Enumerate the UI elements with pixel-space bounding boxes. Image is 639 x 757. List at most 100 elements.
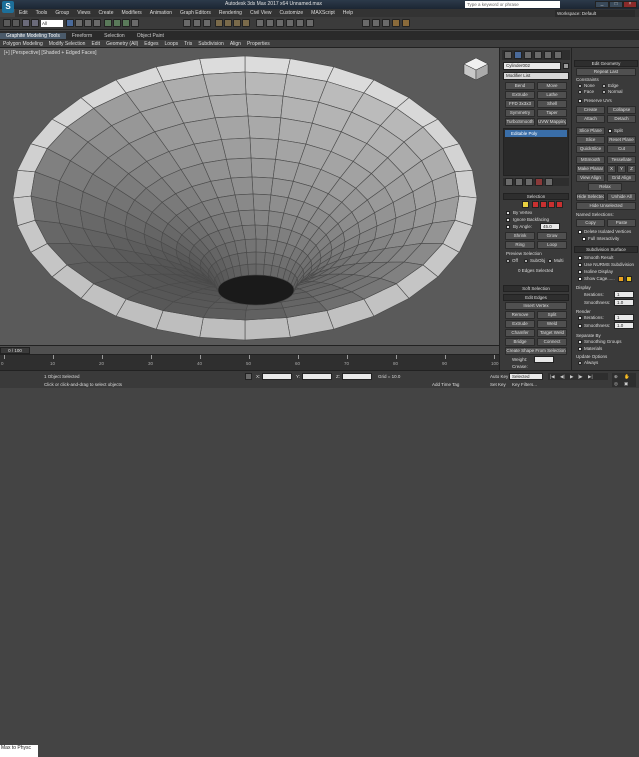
render-setup-icon[interactable] [382, 19, 390, 27]
percent-snap-icon[interactable] [233, 19, 241, 27]
border-mode-icon[interactable] [540, 201, 547, 208]
bridge-button[interactable]: Bridge [505, 338, 535, 346]
hide-selected-button[interactable]: Hide Selected [576, 193, 605, 201]
panel-edit[interactable]: Edit [88, 41, 103, 47]
tab-object-paint[interactable]: Object Paint [131, 33, 170, 39]
tessellate-button[interactable]: Tessellate [607, 156, 636, 164]
ring-button[interactable]: Ring [505, 241, 535, 249]
make-unique-icon[interactable] [525, 178, 533, 186]
select-by-name-icon[interactable] [75, 19, 83, 27]
menu-animation[interactable]: Animation [146, 10, 176, 16]
reset-plane-button[interactable]: Reset Plane [607, 136, 636, 144]
taper-button[interactable]: Taper [537, 109, 567, 117]
menu-group[interactable]: Group [51, 10, 73, 16]
weight-field[interactable] [534, 356, 554, 363]
render-iterations-checkbox[interactable] [578, 316, 582, 320]
menu-help[interactable]: Help [339, 10, 357, 16]
y-coord-field[interactable] [302, 373, 332, 380]
collapse-button[interactable]: Collapse [607, 106, 636, 114]
constraint-normal-radio[interactable] [602, 90, 606, 94]
render-iterations-field[interactable]: 1 [614, 314, 634, 321]
move-icon[interactable] [104, 19, 112, 27]
hierarchy-tab-icon[interactable] [524, 51, 532, 59]
maximize-viewport-icon[interactable]: ▣ [624, 381, 628, 387]
repeat-last-button[interactable]: Repeat Last [576, 68, 636, 76]
display-tab-icon[interactable] [544, 51, 552, 59]
copy-button[interactable]: Copy [576, 219, 605, 227]
maxscript-listener[interactable]: Max to Physc [0, 745, 38, 757]
constraint-none-radio[interactable] [578, 84, 582, 88]
mirror-icon[interactable] [266, 19, 274, 27]
shell-button[interactable]: Shell [537, 100, 567, 108]
go-to-start-icon[interactable]: |◀ [550, 374, 555, 380]
materials-checkbox[interactable] [578, 347, 582, 351]
edge-mode-icon[interactable] [532, 201, 539, 208]
layer-explorer-icon[interactable] [286, 19, 294, 27]
select-manipulate-icon[interactable] [193, 19, 201, 27]
modifier-stack[interactable]: Editable Poly [503, 128, 569, 176]
target-weld-button[interactable]: Target Weld [537, 329, 567, 337]
lock-icon[interactable] [245, 373, 252, 380]
menu-views[interactable]: Views [73, 10, 94, 16]
vertex-mode-icon[interactable] [522, 201, 529, 208]
time-slider[interactable]: 0 / 100 [0, 345, 499, 354]
render-smoothness-field[interactable]: 1.0 [614, 322, 634, 329]
render-frame-icon[interactable] [392, 19, 400, 27]
menu-rendering[interactable]: Rendering [215, 10, 246, 16]
weld-button[interactable]: Weld [537, 320, 567, 328]
angle-field[interactable]: 45.0 [540, 223, 560, 230]
menu-civil-view[interactable]: Civil View [246, 10, 276, 16]
make-planar-button[interactable]: Make Planar [576, 165, 605, 173]
link-icon[interactable] [22, 19, 30, 27]
split-edge-button[interactable]: Split [537, 311, 567, 319]
menu-graph-editors[interactable]: Graph Editors [176, 10, 215, 16]
object-name-field[interactable]: Cylinder002 [503, 62, 561, 70]
smooth-result-checkbox[interactable] [578, 256, 582, 260]
x-coord-field[interactable] [262, 373, 292, 380]
track-bar[interactable]: 0 10 20 30 40 50 60 70 80 90 100 [0, 354, 499, 370]
minimize-button[interactable]: _ [595, 1, 609, 8]
panel-tris[interactable]: Tris [181, 41, 195, 47]
redo-icon[interactable] [12, 19, 20, 27]
panel-loops[interactable]: Loops [161, 41, 181, 47]
remove-button[interactable]: Remove [505, 311, 535, 319]
ffd-button[interactable]: FFD 3x3x3 [505, 100, 535, 108]
element-mode-icon[interactable] [556, 201, 563, 208]
relax-button[interactable]: Relax [588, 183, 622, 191]
preview-multi-radio[interactable] [548, 259, 552, 263]
menu-create[interactable]: Create [94, 10, 117, 16]
msmooth-button[interactable]: MSmooth [576, 156, 605, 164]
pan-icon[interactable]: ✋ [624, 374, 630, 380]
scale-icon[interactable] [122, 19, 130, 27]
split-checkbox[interactable] [608, 129, 612, 133]
workspace-dropdown[interactable]: Workspace: Default [555, 10, 635, 17]
next-frame-icon[interactable]: |▶ [578, 374, 583, 380]
cut-button[interactable]: Cut [607, 145, 636, 153]
selection-filter-dropdown[interactable]: All [41, 20, 63, 27]
schematic-view-icon[interactable] [362, 19, 370, 27]
panel-edges[interactable]: Edges [141, 41, 161, 47]
subdivision-surface-rollout-header[interactable]: Subdivision Surface [574, 246, 638, 253]
zoom-icon[interactable]: ⊕ [614, 374, 618, 380]
slice-button[interactable]: Slice [576, 136, 605, 144]
full-interactivity-checkbox[interactable] [582, 237, 586, 241]
tab-freeform[interactable]: Freeform [66, 33, 98, 39]
align-icon[interactable] [276, 19, 284, 27]
place-icon[interactable] [131, 19, 139, 27]
undo-icon[interactable] [3, 19, 11, 27]
panel-polygon-modeling[interactable]: Polygon Modeling [0, 41, 46, 47]
use-nurms-checkbox[interactable] [578, 263, 582, 267]
connect-button[interactable]: Connect [537, 338, 567, 346]
toggle-ribbon-icon[interactable] [296, 19, 304, 27]
select-object-icon[interactable] [66, 19, 74, 27]
grid-align-button[interactable]: Grid Align [607, 174, 636, 182]
menu-maxscript[interactable]: MAXScript [307, 10, 339, 16]
bend-button[interactable]: Bend [505, 82, 535, 90]
add-time-tag[interactable]: Add Time Tag [432, 382, 459, 387]
tab-selection[interactable]: Selection [98, 33, 131, 39]
snap-icon[interactable] [215, 19, 223, 27]
app-logo-icon[interactable]: S [2, 0, 14, 13]
preview-off-radio[interactable] [506, 259, 510, 263]
show-end-result-icon[interactable] [515, 178, 523, 186]
symmetry-button[interactable]: Symmetry [505, 109, 535, 117]
